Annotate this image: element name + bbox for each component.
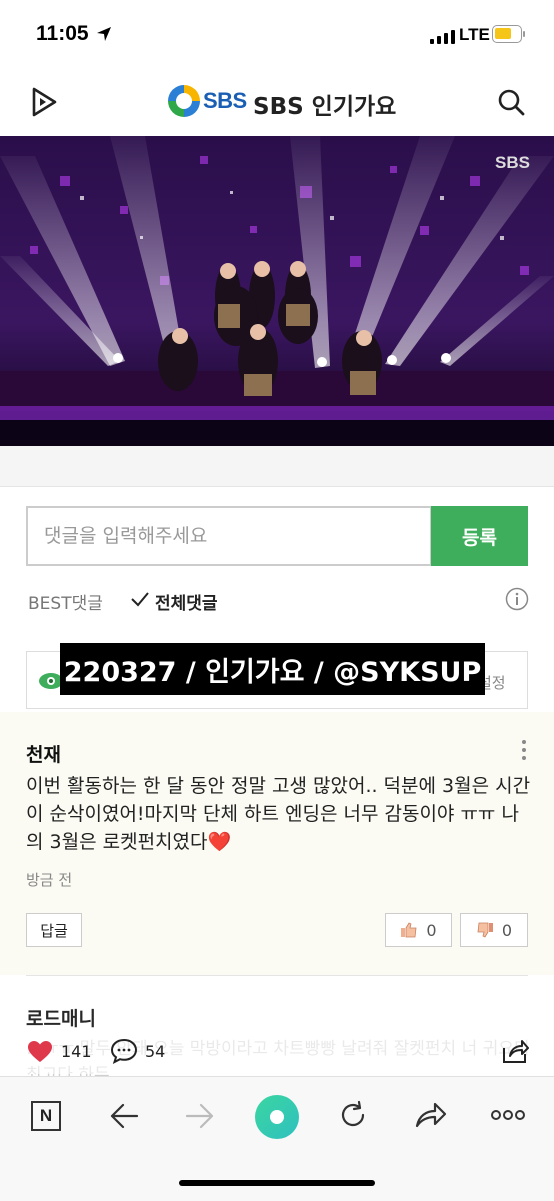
share-forward-icon[interactable] (414, 1100, 448, 1130)
total-comment-count: 54 (145, 1042, 166, 1061)
like-count: 0 (426, 920, 437, 940)
total-like-count: 141 (61, 1042, 92, 1061)
thumbs-up-icon (401, 922, 417, 938)
comment-author: 로드매니 (26, 1008, 96, 1030)
heart-icon[interactable] (27, 1040, 53, 1064)
page-title: SBS 인기가요 (253, 94, 397, 120)
comment-icon[interactable] (110, 1038, 138, 1064)
comment-author: 천재 (26, 744, 61, 766)
divider (26, 975, 528, 976)
reply-button[interactable]: 답글 (26, 913, 82, 947)
share-icon[interactable] (501, 1038, 529, 1064)
video-watermark: SBS (495, 153, 530, 172)
submit-button[interactable]: 등록 (431, 506, 528, 566)
tab-best-comments[interactable]: BEST댓글 (28, 589, 103, 614)
comment-time: 방금 전 (26, 871, 73, 889)
stage-image: SBS (0, 136, 554, 446)
check-icon (131, 592, 149, 607)
naver-home-button[interactable]: N (31, 1101, 61, 1131)
battery-icon (492, 25, 522, 43)
home-indicator (179, 1180, 375, 1186)
overlay-caption: 220327 / 인기가요 / @SYKSUP (60, 643, 485, 695)
video-player[interactable]: SBS (0, 136, 554, 446)
comment-input[interactable] (28, 508, 430, 564)
sbs-logo-text: SBS (203, 88, 247, 113)
battery-tip (523, 31, 525, 37)
comment-text: 이번 활동하는 한 달 동안 정말 고생 많았어.. 덕분에 3월은 시간이 순… (26, 775, 531, 853)
location-arrow-icon (97, 27, 111, 41)
refresh-icon[interactable] (338, 1100, 368, 1130)
dislike-button[interactable]: 0 (460, 913, 528, 947)
comment-input-box (26, 506, 432, 566)
search-icon[interactable] (497, 88, 525, 116)
more-vertical-icon[interactable] (519, 738, 529, 762)
sbs-logo-icon (168, 85, 200, 117)
dislike-count: 0 (501, 920, 513, 940)
network-label: LTE (459, 25, 490, 44)
video-caption-strip (0, 446, 554, 487)
green-dot-home-button[interactable] (255, 1095, 299, 1139)
like-button[interactable]: 0 (385, 913, 452, 947)
play-icon[interactable] (30, 86, 58, 118)
info-icon[interactable] (505, 587, 529, 611)
thumbs-down-icon (477, 922, 493, 938)
tab-all-comments[interactable]: 전체댓글 (155, 589, 218, 614)
more-horizontal-icon[interactable] (490, 1108, 526, 1122)
signal-icon (430, 30, 455, 44)
back-arrow-icon[interactable] (109, 1102, 139, 1130)
status-time: 11:05 (36, 22, 89, 45)
forward-arrow-icon[interactable] (185, 1102, 215, 1130)
